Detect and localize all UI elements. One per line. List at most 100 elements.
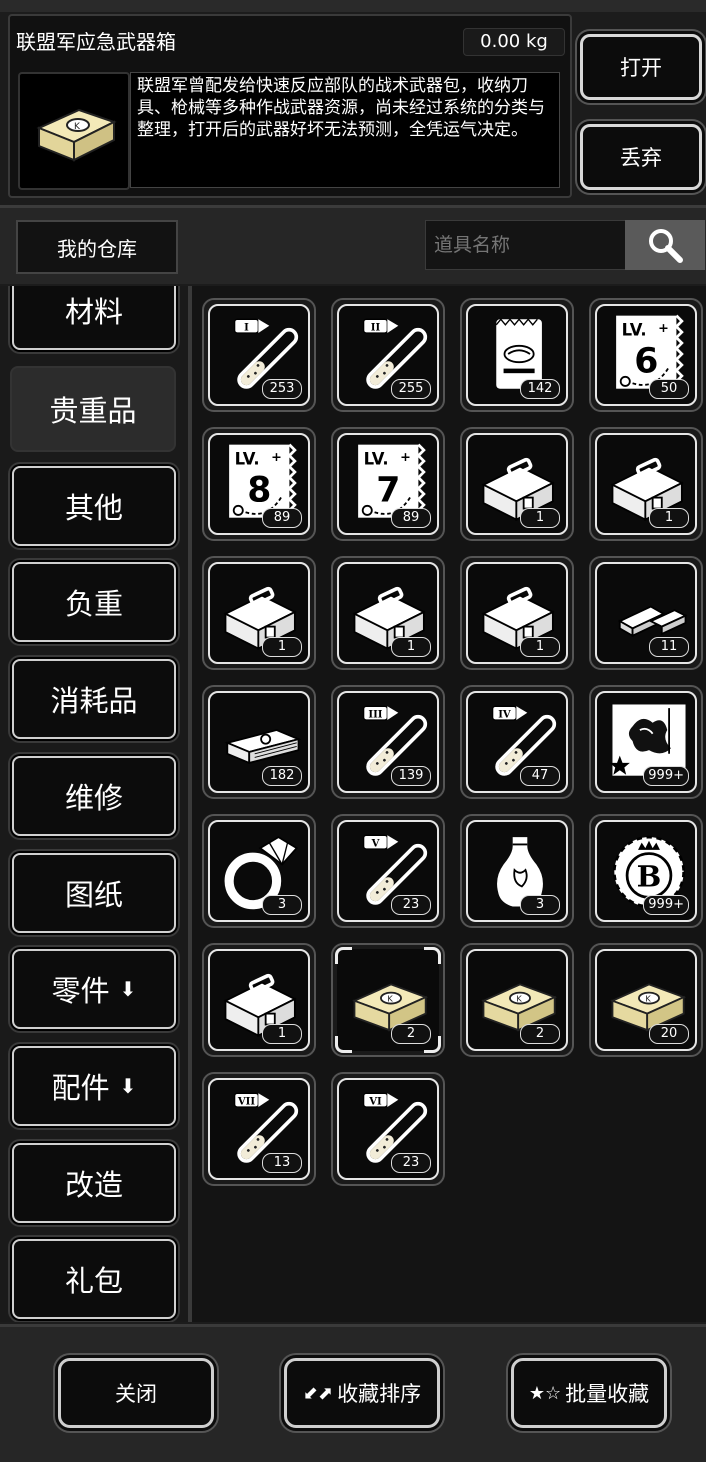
- item-count: 253: [262, 379, 302, 399]
- category-label: 图纸: [64, 878, 123, 912]
- slot-frame: 11: [595, 562, 697, 664]
- category-label: 消耗品: [50, 684, 138, 718]
- batch-favorite-button[interactable]: ★☆ 批量收藏: [511, 1358, 667, 1428]
- inventory-slot[interactable]: V 23: [331, 814, 445, 928]
- svg-text:6: 6: [634, 341, 658, 381]
- inventory-slot[interactable]: LV. + 7 89: [331, 427, 445, 541]
- slot-frame: K 20: [595, 949, 697, 1051]
- inventory-slot[interactable]: K 2: [331, 943, 445, 1057]
- svg-text:I: I: [244, 322, 249, 333]
- swap-arrows-icon: ⬋⬈: [302, 1382, 334, 1404]
- inventory-slot[interactable]: II 255: [331, 298, 445, 412]
- item-count: 1: [520, 637, 560, 657]
- inventory-slot[interactable]: 182: [202, 685, 316, 799]
- selection-corner: [335, 1036, 352, 1053]
- category-parts[interactable]: 零件 ⬇: [12, 949, 176, 1029]
- selection-corner: [424, 1036, 441, 1053]
- slot-frame: 142: [466, 304, 568, 406]
- svg-text:8: 8: [247, 470, 271, 510]
- arrow-down-icon: ⬇: [119, 977, 137, 1001]
- stars-icon: ★☆: [528, 1382, 562, 1404]
- item-count: 1: [649, 508, 689, 528]
- category-consumables[interactable]: 消耗品: [12, 659, 176, 739]
- item-weight: 0.00 kg: [463, 28, 565, 56]
- svg-text:II: II: [371, 322, 381, 333]
- slot-frame: III 139: [337, 691, 439, 793]
- slot-frame: 3: [466, 820, 568, 922]
- item-count: 89: [262, 508, 302, 528]
- inventory-slot[interactable]: 3: [460, 814, 574, 928]
- category-label: 零件: [51, 974, 110, 1008]
- inventory-slot[interactable]: 1: [331, 556, 445, 670]
- category-attachments[interactable]: 配件 ⬇: [12, 1046, 176, 1126]
- item-grid: I 253 II 255 142 LV. + 6 50 LV. + 8 89 L…: [192, 286, 706, 1322]
- search-button[interactable]: [625, 220, 705, 270]
- search-icon: [649, 229, 683, 263]
- discard-button[interactable]: 丢弃: [580, 124, 702, 190]
- slot-frame: II 255: [337, 304, 439, 406]
- category-load[interactable]: 负重: [12, 562, 176, 642]
- inventory-slot[interactable]: III 139: [331, 685, 445, 799]
- inventory-slot[interactable]: VI 23: [331, 1072, 445, 1186]
- inventory-slot[interactable]: IV 47: [460, 685, 574, 799]
- item-count: 255: [391, 379, 431, 399]
- inventory-slot[interactable]: 11: [589, 556, 703, 670]
- category-label: 配件: [51, 1071, 110, 1105]
- inventory-slot[interactable]: 3: [202, 814, 316, 928]
- selection-corner: [335, 947, 352, 964]
- slot-frame: LV. + 7 89: [337, 433, 439, 535]
- item-count: 139: [391, 766, 431, 786]
- inventory-slot[interactable]: LV. + 6 50: [589, 298, 703, 412]
- inventory-slot[interactable]: I 253: [202, 298, 316, 412]
- inventory-slot[interactable]: 1: [460, 556, 574, 670]
- inventory-slot[interactable]: B 999+: [589, 814, 703, 928]
- my-warehouse-button[interactable]: 我的仓库: [16, 220, 178, 274]
- inventory-slot[interactable]: K 20: [589, 943, 703, 1057]
- slot-frame: I 253: [208, 304, 310, 406]
- inventory-slot[interactable]: VII 13: [202, 1072, 316, 1186]
- category-blueprints[interactable]: 图纸: [12, 853, 176, 933]
- category-label: 贵重品: [49, 394, 137, 428]
- category-modify[interactable]: 改造: [12, 1143, 176, 1223]
- inventory-slot[interactable]: 1: [589, 427, 703, 541]
- item-count: 1: [520, 508, 560, 528]
- item-count: 11: [649, 637, 689, 657]
- svg-text:K: K: [516, 994, 522, 1004]
- slot-frame: 182: [208, 691, 310, 793]
- inventory-slot[interactable]: 1: [202, 556, 316, 670]
- weapon-case-icon: K: [36, 108, 117, 162]
- search-input[interactable]: [425, 220, 625, 270]
- category-materials[interactable]: 材料: [12, 286, 176, 350]
- slot-frame: 1: [337, 562, 439, 664]
- item-count: 13: [262, 1153, 302, 1173]
- favorite-sort-button[interactable]: ⬋⬈ 收藏排序: [284, 1358, 440, 1428]
- category-label: 维修: [64, 781, 123, 815]
- item-thumbnail: K: [18, 72, 130, 190]
- category-gift-pack[interactable]: 礼包: [12, 1239, 176, 1319]
- item-count: 50: [649, 379, 689, 399]
- category-repair[interactable]: 维修: [12, 756, 176, 836]
- open-button[interactable]: 打开: [580, 34, 702, 100]
- svg-text:+: +: [400, 450, 411, 465]
- category-label: 材料: [64, 295, 123, 329]
- item-count: 3: [520, 895, 560, 915]
- inventory-slot[interactable]: 999+: [589, 685, 703, 799]
- svg-text:IV: IV: [498, 709, 511, 720]
- inventory-slot[interactable]: 1: [460, 427, 574, 541]
- inventory-slot[interactable]: 142: [460, 298, 574, 412]
- svg-text:III: III: [368, 709, 382, 720]
- svg-text:LV.: LV.: [622, 321, 647, 340]
- slot-frame: LV. + 8 89: [208, 433, 310, 535]
- item-count: 182: [262, 766, 302, 786]
- category-valuables[interactable]: 贵重品: [10, 366, 176, 452]
- category-other[interactable]: 其他: [12, 466, 176, 546]
- inventory-slot[interactable]: 1: [202, 943, 316, 1057]
- svg-text:VII: VII: [237, 1096, 255, 1107]
- top-strip: [0, 0, 706, 12]
- slot-frame: 1: [466, 433, 568, 535]
- svg-text:VI: VI: [368, 1096, 382, 1107]
- inventory-slot[interactable]: LV. + 8 89: [202, 427, 316, 541]
- item-count: 1: [391, 637, 431, 657]
- inventory-slot[interactable]: K 2: [460, 943, 574, 1057]
- close-button[interactable]: 关闭: [58, 1358, 214, 1428]
